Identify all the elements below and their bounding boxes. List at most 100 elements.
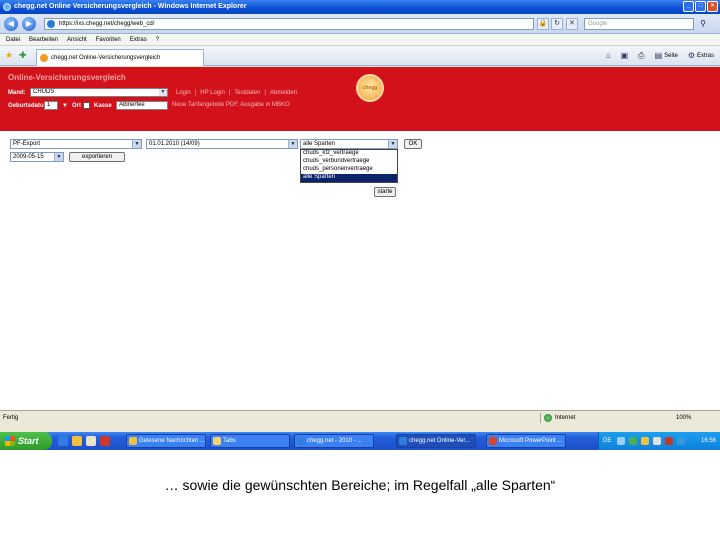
add-favorite-icon[interactable]: ✚ (19, 50, 27, 61)
menu-help[interactable]: ? (156, 34, 159, 45)
tray-icon[interactable] (641, 437, 649, 445)
page-menu-button[interactable]: ▤ Seite (655, 51, 678, 61)
home-button[interactable]: ⌂ (606, 51, 611, 61)
sparten-select[interactable]: alle Sparten ▼ (300, 139, 398, 149)
menu-ansicht[interactable]: Ansicht (67, 34, 87, 45)
close-button[interactable]: × (707, 1, 718, 12)
date-select[interactable]: 2009-05-15 ▼ (10, 152, 64, 162)
tab-current[interactable]: chegg.net Online-Versicherungsvergleich (36, 49, 204, 66)
refresh-icon[interactable]: ↻ (551, 18, 563, 30)
menu-bar: Datei Bearbeiten Ansicht Favoriten Extra… (0, 34, 720, 46)
menu-datei[interactable]: Datei (6, 34, 20, 45)
search-icon[interactable]: ⚲ (697, 18, 709, 30)
page-title: Online-Versicherungsvergleich (8, 73, 126, 82)
clock: 16:56 (700, 438, 716, 444)
geburtsdatum-select[interactable]: 1 (44, 101, 58, 110)
export-type-select[interactable]: PF-Export ▼ (10, 139, 142, 149)
search-placeholder: Google (588, 21, 608, 27)
desktop-quicklaunch-icon[interactable] (86, 436, 96, 446)
page-icon (47, 20, 55, 28)
task-label: Microsoft PowerPoint ... (499, 438, 563, 444)
geburtsdatum-label: Geburtsdatum (8, 103, 50, 109)
tab-bar: ★ ✚ chegg.net Online-Versicherungsvergle… (0, 46, 720, 66)
maximize-button[interactable]: □ (695, 1, 706, 12)
language-indicator[interactable]: DE (603, 432, 611, 450)
tray-icon[interactable] (617, 437, 625, 445)
link-separator: | (264, 90, 266, 96)
mandant-value: CHUDS (33, 89, 55, 95)
lock-icon[interactable]: 🔒 (537, 18, 549, 30)
tray-icon[interactable] (665, 437, 673, 445)
menu-extras[interactable]: Extras (130, 34, 147, 45)
tarif-info-link[interactable]: Neue Tarifangebote PDF, Ausgabe in MBKO (172, 101, 290, 109)
back-button[interactable]: ◀ (4, 17, 18, 31)
print-button[interactable]: ⎙ (638, 51, 644, 61)
outlook-quicklaunch-icon[interactable] (72, 436, 82, 446)
address-bar[interactable]: https://ixs.chegg.net/chegg/web_cd/ (44, 18, 534, 30)
ie-quicklaunch-icon[interactable] (58, 436, 68, 446)
tab-title: chegg.net Online-Versicherungsvergleich (51, 55, 161, 61)
period-select[interactable]: 01.01.2010 (14/09) ▼ (146, 139, 298, 149)
zone-label: Internet (555, 415, 576, 421)
testdaten-link[interactable]: Testdaten (234, 89, 260, 97)
tools-menu-label: Extras (696, 53, 714, 59)
link-separator: | (194, 90, 197, 96)
chevron-down-icon: ▼ (159, 89, 167, 96)
task-button[interactable]: Microsoft PowerPoint ... (486, 434, 566, 448)
search-input[interactable]: Google (584, 18, 694, 30)
stop-icon[interactable]: ✕ (566, 18, 578, 30)
internet-explorer-icon (3, 3, 11, 11)
ort-label: Ort (72, 103, 81, 109)
mandant-select[interactable]: CHUDS ▼ (30, 88, 168, 97)
globe-icon (544, 414, 552, 422)
window-title: chegg.net Online Versicherungsvergleich … (14, 3, 247, 10)
status-bar: Fertig Internet 100% (0, 410, 720, 424)
dropdown-option[interactable]: chuds_verbundvertraege (301, 158, 397, 166)
starte-button[interactable]: starte (374, 187, 396, 197)
sparten-dropdown-list: chuds_kfz_vertraege chuds_verbundvertrae… (300, 149, 398, 183)
favorites-star-icon[interactable]: ★ (5, 50, 13, 61)
task-button[interactable]: chegg.net - 2010 - ... (294, 434, 374, 448)
forward-button[interactable]: ▶ (22, 17, 36, 31)
command-bar: ⌂ ▣ ⎙ ▤ Seite ⚙ Extras (606, 51, 714, 61)
export-button[interactable]: exportieren (69, 152, 125, 162)
chevron-down-icon: ▼ (288, 140, 297, 148)
kasse-input[interactable]: Albnerfee (116, 101, 168, 110)
menu-favoriten[interactable]: Favoriten (96, 34, 121, 45)
security-zone: Internet (540, 413, 575, 423)
abmelden-link[interactable]: Abmelden (270, 89, 297, 97)
export-type-value: PF-Export (13, 141, 41, 147)
header-links: Login | HP Login | Testdaten | Abmelden (176, 89, 297, 97)
ie-icon (297, 437, 305, 445)
sparten-value: alle Sparten (303, 141, 336, 147)
ok-button[interactable]: OK (404, 139, 422, 149)
tray-icon[interactable] (653, 437, 661, 445)
zoom-level[interactable]: 100% (676, 411, 691, 425)
period-value: 01.01.2010 (14/09) (149, 141, 200, 147)
login-link[interactable]: Login (176, 89, 191, 97)
tray-icon[interactable] (629, 437, 637, 445)
task-label: chegg.net Online-Ver... (409, 438, 471, 444)
ort-checkbox[interactable] (83, 102, 90, 109)
feeds-button[interactable]: ▣ (621, 51, 629, 61)
hp-login-link[interactable]: HP Login (200, 89, 225, 97)
dropdown-option[interactable]: chuds_kfz_vertraege (301, 150, 397, 158)
task-button-active[interactable]: chegg.net Online-Ver... (396, 434, 476, 448)
screen: chegg.net Online Versicherungsvergleich … (0, 0, 720, 450)
taskbar: Start Gelesene Nachrichten ... Tabs cheg… (0, 432, 720, 450)
app-quicklaunch-icon[interactable] (100, 436, 110, 446)
status-text: Fertig (3, 415, 19, 421)
task-label: Gelesene Nachrichten ... (139, 438, 206, 444)
page-content: Online-Versicherungsvergleich chegg Mand… (0, 67, 720, 410)
dropdown-option[interactable]: chuds_personenvertraege (301, 166, 397, 174)
slide-caption: … sowie die gewünschten Bereiche; im Reg… (164, 477, 556, 493)
chevron-down-icon: ▼ (388, 140, 397, 148)
tools-menu-button[interactable]: ⚙ Extras (688, 51, 714, 61)
dropdown-option-selected[interactable]: alle Sparten (301, 174, 397, 182)
task-button[interactable]: Gelesene Nachrichten ... (126, 434, 206, 448)
task-button[interactable]: Tabs (210, 434, 290, 448)
minimize-button[interactable]: _ (683, 1, 694, 12)
start-button[interactable]: Start (0, 432, 52, 450)
menu-bearbeiten[interactable]: Bearbeiten (29, 34, 58, 45)
tray-icon[interactable] (677, 437, 685, 445)
